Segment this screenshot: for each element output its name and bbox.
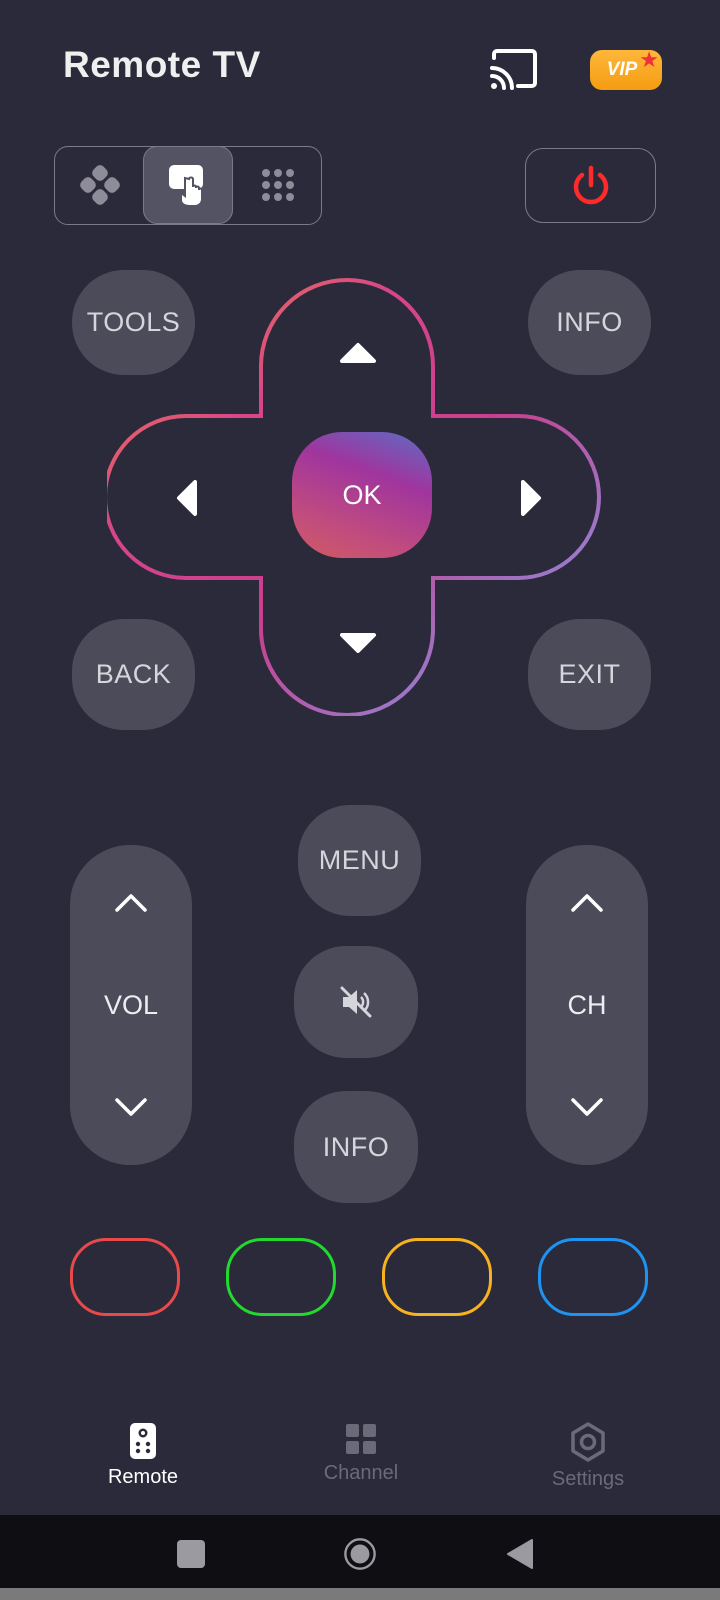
arrow-up-icon xyxy=(340,343,376,363)
info-bottom-button[interactable]: INFO xyxy=(294,1091,418,1203)
grid-icon xyxy=(346,1424,376,1454)
nav-remote-label: Remote xyxy=(107,1466,179,1488)
yellow-button[interactable] xyxy=(382,1238,492,1316)
circle-icon xyxy=(344,1538,376,1570)
blue-button[interactable] xyxy=(538,1238,648,1316)
red-button[interactable] xyxy=(70,1238,180,1316)
nav-settings[interactable]: Settings xyxy=(518,1422,658,1504)
arrow-down-icon xyxy=(340,633,376,653)
home-button[interactable] xyxy=(343,1537,377,1571)
mode-touchpad-button[interactable] xyxy=(143,146,233,224)
gesture-strip xyxy=(0,1588,720,1600)
dpad-up-button[interactable] xyxy=(328,322,388,382)
channel-down-button[interactable] xyxy=(526,1077,648,1137)
triangle-back-icon xyxy=(507,1539,533,1569)
volume-label: VOL xyxy=(103,989,159,1020)
gamepad-icon xyxy=(80,165,120,205)
star-icon: ★ xyxy=(639,47,659,72)
power-icon xyxy=(573,165,608,204)
nav-channel[interactable]: Channel xyxy=(291,1422,431,1504)
mute-icon xyxy=(340,986,372,1018)
volume-rocker: VOL xyxy=(70,845,192,1165)
remote-icon xyxy=(130,1423,156,1459)
power-button[interactable] xyxy=(525,148,656,223)
mode-selector xyxy=(54,146,322,225)
square-icon xyxy=(177,1540,205,1568)
chevron-down-icon xyxy=(571,1098,603,1116)
nav-channel-label: Channel xyxy=(323,1462,399,1484)
cast-button[interactable] xyxy=(486,46,542,94)
menu-label: MENU xyxy=(318,845,401,875)
dpad-right-button[interactable] xyxy=(502,468,562,528)
mode-numpad-button[interactable] xyxy=(233,146,323,224)
nav-settings-label: Settings xyxy=(551,1468,625,1490)
dpad-down-button[interactable] xyxy=(328,614,388,674)
green-button[interactable] xyxy=(226,1238,336,1316)
ok-label: OK xyxy=(342,479,382,510)
mute-button[interactable] xyxy=(294,946,418,1058)
arrow-left-icon xyxy=(177,480,197,516)
settings-icon xyxy=(571,1422,605,1462)
system-back-button[interactable] xyxy=(503,1537,537,1571)
cast-icon xyxy=(490,49,537,90)
info-bottom-label: INFO xyxy=(322,1131,390,1162)
channel-rocker: CH xyxy=(526,845,648,1165)
dpad-left-button[interactable] xyxy=(156,468,216,528)
arrow-right-icon xyxy=(521,480,541,516)
menu-button[interactable]: MENU xyxy=(298,805,421,916)
chevron-down-icon xyxy=(115,1098,147,1116)
volume-down-button[interactable] xyxy=(70,1077,192,1137)
nav-remote[interactable]: Remote xyxy=(73,1422,213,1504)
channel-label: CH xyxy=(567,989,607,1020)
volume-up-button[interactable] xyxy=(70,873,192,933)
vip-button[interactable]: VIP ★ xyxy=(590,47,662,90)
chevron-up-icon xyxy=(115,894,147,912)
ok-button[interactable]: OK xyxy=(292,432,432,558)
touchpad-icon xyxy=(169,165,203,207)
numpad-icon xyxy=(262,169,294,201)
mode-gamepad-button[interactable] xyxy=(55,146,145,224)
chevron-up-icon xyxy=(571,894,603,912)
channel-up-button[interactable] xyxy=(526,873,648,933)
app-title: Remote TV xyxy=(63,44,261,85)
recents-button[interactable] xyxy=(174,1537,208,1571)
vip-label: VIP xyxy=(606,59,638,80)
